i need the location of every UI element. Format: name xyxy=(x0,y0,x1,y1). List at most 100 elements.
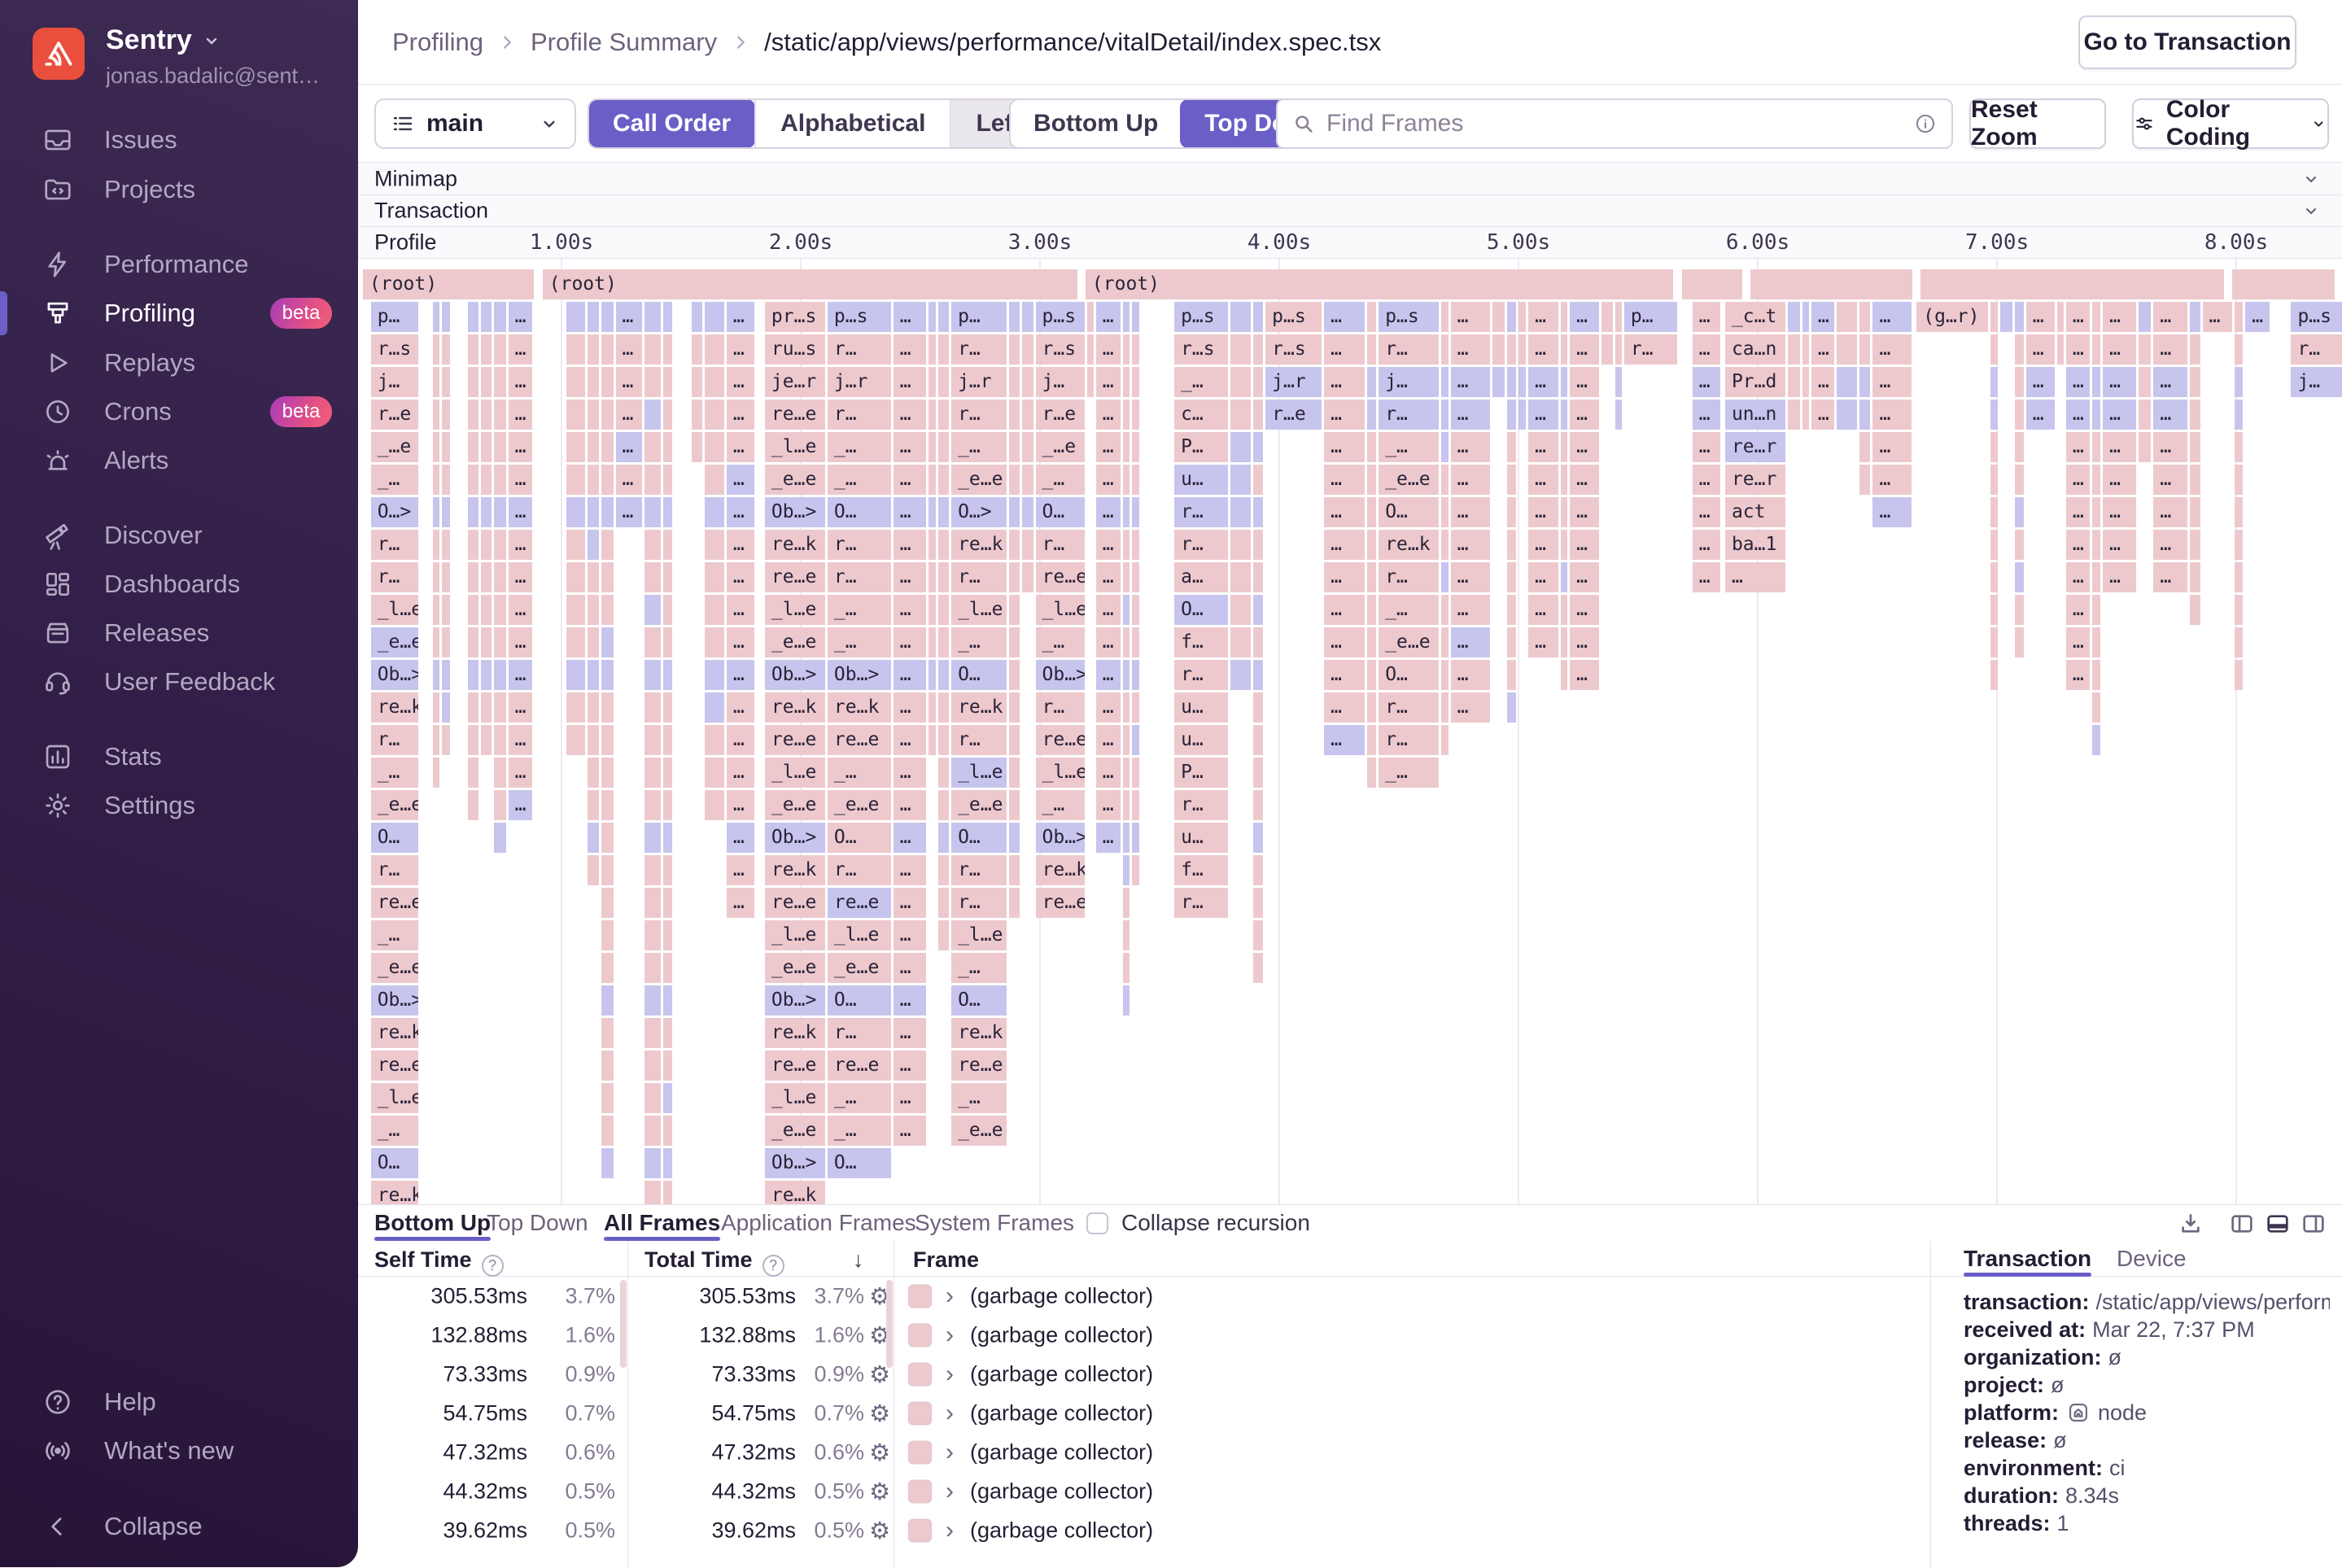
flame-frame[interactable] xyxy=(1132,432,1139,462)
flame-frame[interactable] xyxy=(1009,530,1020,560)
flame-frame[interactable]: … xyxy=(2103,530,2136,560)
flame-frame[interactable] xyxy=(2235,660,2243,690)
flame-frame[interactable]: je…r xyxy=(765,367,825,397)
flame-frame[interactable]: _… xyxy=(1379,595,1439,625)
flame-frame[interactable]: _… xyxy=(828,1083,891,1113)
flame-frame[interactable]: … xyxy=(894,920,926,950)
flame-frame[interactable] xyxy=(494,530,506,560)
flamegraph[interactable]: (root)(root)(root)p…r…sj…r…e_…e_…O…>r…r…… xyxy=(358,259,2342,1204)
flame-frame[interactable] xyxy=(2139,334,2151,365)
flame-frame[interactable]: _e…e xyxy=(828,953,891,983)
expand-chevron-icon[interactable]: › xyxy=(946,1282,954,1310)
flame-frame[interactable] xyxy=(928,334,936,365)
flame-frame[interactable] xyxy=(644,855,660,885)
flame-frame[interactable] xyxy=(2139,367,2151,397)
flame-frame[interactable] xyxy=(433,660,439,690)
flame-frame[interactable] xyxy=(588,367,599,397)
flame-frame[interactable] xyxy=(601,497,614,527)
flame-frame[interactable]: p…s xyxy=(828,302,891,332)
flame-frame[interactable] xyxy=(663,692,672,723)
flame-frame[interactable] xyxy=(442,497,450,527)
flame-frame[interactable]: P… xyxy=(1174,758,1228,788)
panel-left-layout-icon[interactable] xyxy=(2229,1211,2255,1237)
flame-frame[interactable]: P… xyxy=(1174,432,1228,462)
flame-frame[interactable] xyxy=(1561,367,1567,397)
flame-frame[interactable]: … xyxy=(1570,465,1599,495)
flame-frame[interactable]: re…k xyxy=(765,1018,825,1048)
flame-frame[interactable] xyxy=(928,595,936,625)
flame-frame[interactable]: _l…e xyxy=(371,1083,418,1113)
flame-frame[interactable] xyxy=(644,334,660,365)
flame-frame[interactable]: _… xyxy=(1036,465,1086,495)
flame-frame[interactable]: r… xyxy=(828,855,891,885)
flame-frame[interactable] xyxy=(2015,497,2024,527)
flame-frame[interactable] xyxy=(601,758,614,788)
flame-frame[interactable] xyxy=(1123,920,1130,950)
flame-frame[interactable]: re…k xyxy=(371,1018,418,1048)
flame-frame[interactable] xyxy=(468,725,478,755)
flame-frame[interactable]: … xyxy=(1324,465,1365,495)
flame-frame[interactable] xyxy=(644,1148,660,1178)
flame-frame[interactable] xyxy=(1990,367,1998,397)
expand-chevron-icon[interactable]: › xyxy=(946,1478,954,1505)
flame-frame[interactable] xyxy=(2139,432,2151,462)
flame-frame[interactable] xyxy=(705,627,724,657)
find-frames-input[interactable] xyxy=(1326,110,1903,138)
flame-frame[interactable] xyxy=(1837,302,1857,332)
download-icon[interactable] xyxy=(2178,1211,2204,1237)
flame-frame[interactable]: _l…e xyxy=(765,432,825,462)
flame-frame[interactable] xyxy=(928,497,936,527)
flame-frame[interactable] xyxy=(663,302,672,332)
flame-frame[interactable] xyxy=(1441,302,1448,332)
flame-frame[interactable] xyxy=(1123,595,1130,625)
sidebar-item-releases[interactable]: Releases xyxy=(0,609,358,657)
flame-frame[interactable]: re…k xyxy=(371,692,418,723)
flame-frame[interactable] xyxy=(928,725,936,755)
sort-direction-icon[interactable]: ↓ xyxy=(853,1247,864,1273)
flame-frame[interactable] xyxy=(938,367,949,397)
flame-frame[interactable]: … xyxy=(509,400,532,430)
flame-frame[interactable]: _e…e xyxy=(828,790,891,820)
flame-frame[interactable] xyxy=(481,334,492,365)
flame-frame[interactable]: _… xyxy=(828,465,891,495)
flame-frame[interactable] xyxy=(644,562,660,592)
flame-frame[interactable]: … xyxy=(727,334,754,365)
flame-frame[interactable] xyxy=(1009,334,1020,365)
breadcrumb-profiling[interactable]: Profiling xyxy=(392,28,483,57)
flame-frame[interactable]: … xyxy=(894,302,926,332)
flame-frame[interactable] xyxy=(433,758,439,788)
flame-frame[interactable] xyxy=(2235,562,2243,592)
flame-frame[interactable]: … xyxy=(894,1050,926,1081)
flame-frame[interactable] xyxy=(1009,758,1020,788)
flame-frame[interactable] xyxy=(1022,367,1033,397)
flame-frame[interactable]: … xyxy=(1096,790,1121,820)
flame-frame[interactable] xyxy=(644,758,660,788)
flame-frame[interactable] xyxy=(1561,497,1567,527)
flame-frame[interactable]: _… xyxy=(1379,758,1439,788)
flame-frame[interactable] xyxy=(1561,465,1567,495)
flame-frame[interactable]: c… xyxy=(1174,400,1228,430)
flame-frame[interactable]: O… xyxy=(951,823,1007,853)
flame-frame[interactable] xyxy=(1441,465,1448,495)
flame-frame[interactable] xyxy=(1367,400,1376,430)
flame-frame[interactable]: … xyxy=(894,1018,926,1048)
flame-frame[interactable] xyxy=(588,334,599,365)
flame-frame[interactable] xyxy=(601,302,614,332)
flame-frame[interactable] xyxy=(601,1148,614,1178)
flame-frame[interactable] xyxy=(1253,465,1264,495)
flame-frame[interactable] xyxy=(601,985,614,1015)
flame-frame[interactable]: _l…e xyxy=(951,758,1007,788)
flame-frame[interactable] xyxy=(2190,465,2200,495)
flame-frame[interactable] xyxy=(588,855,599,885)
flame-frame[interactable] xyxy=(468,432,478,462)
flame-frame[interactable] xyxy=(601,1018,614,1048)
flame-frame[interactable]: … xyxy=(1324,334,1365,365)
flame-frame[interactable] xyxy=(481,367,492,397)
flame-frame[interactable]: _… xyxy=(1036,790,1086,820)
flame-frame[interactable] xyxy=(1132,595,1139,625)
flame-frame[interactable] xyxy=(644,1181,660,1204)
flame-frame[interactable] xyxy=(433,334,439,365)
flame-frame[interactable]: … xyxy=(2026,334,2055,365)
flame-frame[interactable] xyxy=(2190,367,2200,397)
flame-frame[interactable]: … xyxy=(1693,302,1720,332)
